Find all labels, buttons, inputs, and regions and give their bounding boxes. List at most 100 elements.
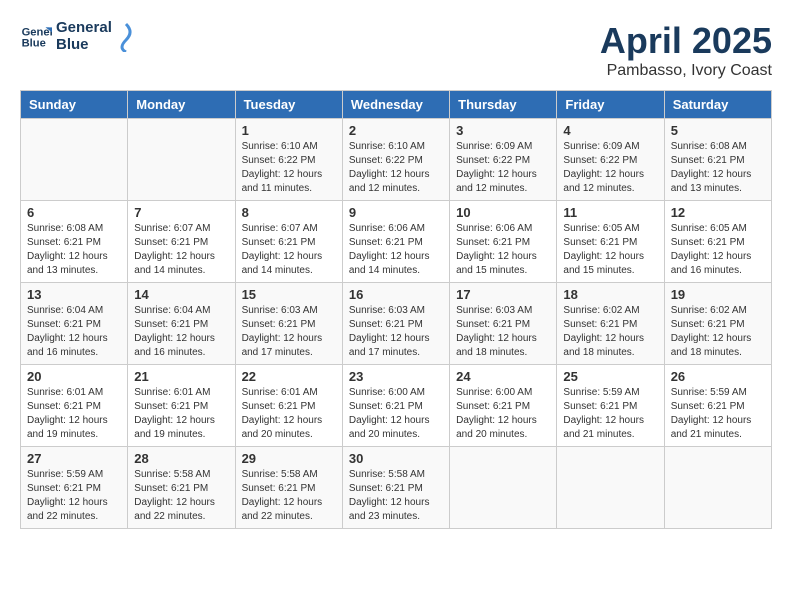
day-number: 22 xyxy=(242,369,336,384)
calendar-cell xyxy=(21,119,128,201)
day-number: 4 xyxy=(563,123,657,138)
day-info: Sunrise: 5:58 AMSunset: 6:21 PMDaylight:… xyxy=(349,469,430,522)
col-saturday: Saturday xyxy=(664,91,771,119)
calendar-cell: 11 Sunrise: 6:05 AMSunset: 6:21 PMDaylig… xyxy=(557,201,664,283)
day-number: 8 xyxy=(242,205,336,220)
calendar-cell xyxy=(664,447,771,529)
page-header: General Blue General Blue April 2025 Pam… xyxy=(20,20,772,80)
day-number: 13 xyxy=(27,287,121,302)
day-number: 1 xyxy=(242,123,336,138)
calendar-cell: 9 Sunrise: 6:06 AMSunset: 6:21 PMDayligh… xyxy=(342,201,449,283)
day-info: Sunrise: 5:58 AMSunset: 6:21 PMDaylight:… xyxy=(242,469,323,522)
day-info: Sunrise: 6:05 AMSunset: 6:21 PMDaylight:… xyxy=(563,223,644,276)
day-number: 28 xyxy=(134,451,228,466)
col-wednesday: Wednesday xyxy=(342,91,449,119)
day-info: Sunrise: 6:01 AMSunset: 6:21 PMDaylight:… xyxy=(242,387,323,440)
day-info: Sunrise: 6:00 AMSunset: 6:21 PMDaylight:… xyxy=(349,387,430,440)
col-monday: Monday xyxy=(128,91,235,119)
calendar-cell: 22 Sunrise: 6:01 AMSunset: 6:21 PMDaylig… xyxy=(235,365,342,447)
calendar-cell: 28 Sunrise: 5:58 AMSunset: 6:21 PMDaylig… xyxy=(128,447,235,529)
day-info: Sunrise: 6:07 AMSunset: 6:21 PMDaylight:… xyxy=(134,223,215,276)
calendar-cell: 15 Sunrise: 6:03 AMSunset: 6:21 PMDaylig… xyxy=(235,283,342,365)
day-number: 17 xyxy=(456,287,550,302)
calendar-cell xyxy=(128,119,235,201)
calendar-cell: 24 Sunrise: 6:00 AMSunset: 6:21 PMDaylig… xyxy=(450,365,557,447)
calendar-cell: 20 Sunrise: 6:01 AMSunset: 6:21 PMDaylig… xyxy=(21,365,128,447)
day-number: 5 xyxy=(671,123,765,138)
calendar-cell: 7 Sunrise: 6:07 AMSunset: 6:21 PMDayligh… xyxy=(128,201,235,283)
day-number: 9 xyxy=(349,205,443,220)
calendar-cell: 4 Sunrise: 6:09 AMSunset: 6:22 PMDayligh… xyxy=(557,119,664,201)
day-number: 19 xyxy=(671,287,765,302)
day-number: 30 xyxy=(349,451,443,466)
calendar-table: Sunday Monday Tuesday Wednesday Thursday… xyxy=(20,90,772,529)
week-row-4: 20 Sunrise: 6:01 AMSunset: 6:21 PMDaylig… xyxy=(21,365,772,447)
calendar-title: April 2025 xyxy=(600,20,772,62)
calendar-cell: 3 Sunrise: 6:09 AMSunset: 6:22 PMDayligh… xyxy=(450,119,557,201)
day-number: 6 xyxy=(27,205,121,220)
week-row-5: 27 Sunrise: 5:59 AMSunset: 6:21 PMDaylig… xyxy=(21,447,772,529)
day-info: Sunrise: 6:01 AMSunset: 6:21 PMDaylight:… xyxy=(134,387,215,440)
calendar-cell: 14 Sunrise: 6:04 AMSunset: 6:21 PMDaylig… xyxy=(128,283,235,365)
week-row-2: 6 Sunrise: 6:08 AMSunset: 6:21 PMDayligh… xyxy=(21,201,772,283)
day-info: Sunrise: 6:01 AMSunset: 6:21 PMDaylight:… xyxy=(27,387,108,440)
day-number: 10 xyxy=(456,205,550,220)
logo-text-blue: Blue xyxy=(56,37,112,54)
calendar-cell: 29 Sunrise: 5:58 AMSunset: 6:21 PMDaylig… xyxy=(235,447,342,529)
header-row: Sunday Monday Tuesday Wednesday Thursday… xyxy=(21,91,772,119)
day-info: Sunrise: 6:05 AMSunset: 6:21 PMDaylight:… xyxy=(671,223,752,276)
col-tuesday: Tuesday xyxy=(235,91,342,119)
logo-wave-icon xyxy=(116,22,136,52)
day-number: 29 xyxy=(242,451,336,466)
day-number: 26 xyxy=(671,369,765,384)
day-info: Sunrise: 6:02 AMSunset: 6:21 PMDaylight:… xyxy=(671,305,752,358)
calendar-cell: 12 Sunrise: 6:05 AMSunset: 6:21 PMDaylig… xyxy=(664,201,771,283)
logo: General Blue General Blue xyxy=(20,20,136,53)
day-info: Sunrise: 6:03 AMSunset: 6:21 PMDaylight:… xyxy=(349,305,430,358)
calendar-cell xyxy=(557,447,664,529)
day-info: Sunrise: 5:59 AMSunset: 6:21 PMDaylight:… xyxy=(563,387,644,440)
calendar-cell xyxy=(450,447,557,529)
day-info: Sunrise: 6:07 AMSunset: 6:21 PMDaylight:… xyxy=(242,223,323,276)
logo-text-general: General xyxy=(56,20,112,37)
day-number: 25 xyxy=(563,369,657,384)
calendar-cell: 8 Sunrise: 6:07 AMSunset: 6:21 PMDayligh… xyxy=(235,201,342,283)
day-number: 2 xyxy=(349,123,443,138)
day-info: Sunrise: 6:04 AMSunset: 6:21 PMDaylight:… xyxy=(27,305,108,358)
calendar-cell: 10 Sunrise: 6:06 AMSunset: 6:21 PMDaylig… xyxy=(450,201,557,283)
day-info: Sunrise: 6:06 AMSunset: 6:21 PMDaylight:… xyxy=(456,223,537,276)
calendar-subtitle: Pambasso, Ivory Coast xyxy=(600,62,772,80)
calendar-cell: 16 Sunrise: 6:03 AMSunset: 6:21 PMDaylig… xyxy=(342,283,449,365)
day-number: 14 xyxy=(134,287,228,302)
logo-icon: General Blue xyxy=(20,21,52,53)
week-row-3: 13 Sunrise: 6:04 AMSunset: 6:21 PMDaylig… xyxy=(21,283,772,365)
calendar-cell: 25 Sunrise: 5:59 AMSunset: 6:21 PMDaylig… xyxy=(557,365,664,447)
day-number: 15 xyxy=(242,287,336,302)
day-number: 7 xyxy=(134,205,228,220)
day-info: Sunrise: 6:06 AMSunset: 6:21 PMDaylight:… xyxy=(349,223,430,276)
svg-text:Blue: Blue xyxy=(22,37,46,49)
day-info: Sunrise: 5:59 AMSunset: 6:21 PMDaylight:… xyxy=(671,387,752,440)
day-info: Sunrise: 6:00 AMSunset: 6:21 PMDaylight:… xyxy=(456,387,537,440)
calendar-cell: 1 Sunrise: 6:10 AMSunset: 6:22 PMDayligh… xyxy=(235,119,342,201)
calendar-cell: 18 Sunrise: 6:02 AMSunset: 6:21 PMDaylig… xyxy=(557,283,664,365)
calendar-cell: 2 Sunrise: 6:10 AMSunset: 6:22 PMDayligh… xyxy=(342,119,449,201)
day-info: Sunrise: 6:08 AMSunset: 6:21 PMDaylight:… xyxy=(671,141,752,194)
day-info: Sunrise: 6:04 AMSunset: 6:21 PMDaylight:… xyxy=(134,305,215,358)
day-number: 24 xyxy=(456,369,550,384)
day-number: 20 xyxy=(27,369,121,384)
day-info: Sunrise: 6:08 AMSunset: 6:21 PMDaylight:… xyxy=(27,223,108,276)
day-info: Sunrise: 6:10 AMSunset: 6:22 PMDaylight:… xyxy=(242,141,323,194)
calendar-cell: 13 Sunrise: 6:04 AMSunset: 6:21 PMDaylig… xyxy=(21,283,128,365)
day-info: Sunrise: 6:10 AMSunset: 6:22 PMDaylight:… xyxy=(349,141,430,194)
calendar-cell: 21 Sunrise: 6:01 AMSunset: 6:21 PMDaylig… xyxy=(128,365,235,447)
col-thursday: Thursday xyxy=(450,91,557,119)
day-number: 16 xyxy=(349,287,443,302)
calendar-cell: 26 Sunrise: 5:59 AMSunset: 6:21 PMDaylig… xyxy=(664,365,771,447)
day-info: Sunrise: 6:03 AMSunset: 6:21 PMDaylight:… xyxy=(456,305,537,358)
day-number: 3 xyxy=(456,123,550,138)
day-number: 27 xyxy=(27,451,121,466)
day-number: 18 xyxy=(563,287,657,302)
day-info: Sunrise: 6:09 AMSunset: 6:22 PMDaylight:… xyxy=(563,141,644,194)
day-info: Sunrise: 6:02 AMSunset: 6:21 PMDaylight:… xyxy=(563,305,644,358)
